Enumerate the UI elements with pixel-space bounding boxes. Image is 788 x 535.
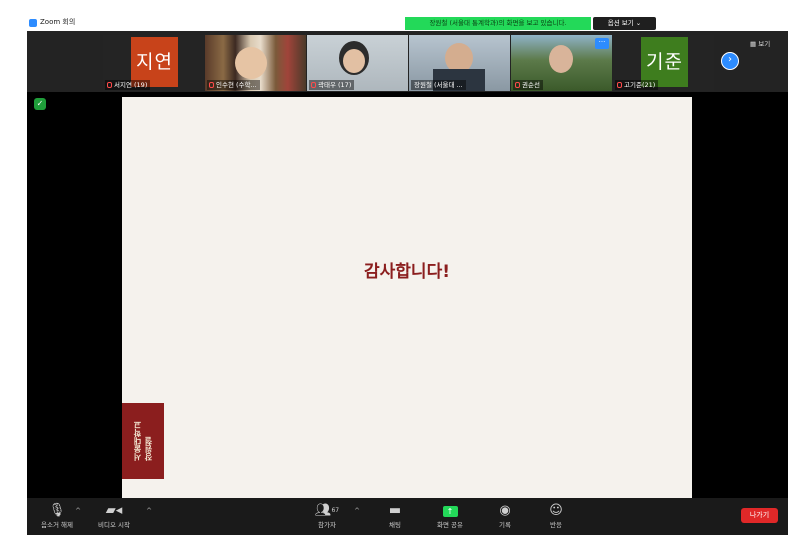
participant-strip: 지연 서지연 (19) 인수현 (수학... 곽태우 (17) 장원철 (서울대… bbox=[27, 31, 788, 92]
participants-count: 67 bbox=[331, 507, 340, 514]
reactions-button[interactable]: ☺ 반응 bbox=[526, 502, 586, 530]
leave-button[interactable]: 나가기 bbox=[741, 508, 778, 523]
share-status-banner: 장원철 (서울대 통계학과)의 화면을 보고 있습니다. bbox=[405, 17, 591, 30]
meeting-toolbar: 🎙︎ 음소거 해제 ^ ▰◂ 비디오 시작 ^ 👥︎67 참가자 ^ ▬ 채팅 … bbox=[27, 498, 788, 535]
mic-muted-icon bbox=[617, 82, 622, 88]
reaction-emoji-icon: ☺ bbox=[549, 503, 563, 518]
mic-muted-icon bbox=[311, 82, 316, 88]
participant-video bbox=[549, 45, 573, 73]
more-options-icon[interactable]: ··· bbox=[595, 38, 609, 49]
participant-name: 장원철 (서울대 ... bbox=[411, 80, 466, 90]
chat-icon: ▬ bbox=[388, 503, 402, 518]
participant-tile[interactable]: ··· 권순선 bbox=[511, 35, 612, 91]
chevron-up-icon[interactable]: ^ bbox=[354, 507, 360, 515]
view-options-button[interactable]: 옵션 보기 ⌄ bbox=[593, 17, 656, 30]
slide-title: 감사합니다! bbox=[364, 262, 450, 282]
mic-muted-icon bbox=[209, 82, 214, 88]
start-video-button[interactable]: ▰◂ 비디오 시작 ^ bbox=[84, 502, 152, 530]
participant-tile[interactable]: 인수현 (수학... bbox=[205, 35, 306, 91]
participant-name: 곽태우 (17) bbox=[309, 80, 355, 90]
video-off-icon: ▰◂ bbox=[105, 503, 123, 518]
participant-name: 권순선 bbox=[513, 80, 543, 90]
participant-name: 고기준(21) bbox=[615, 80, 659, 90]
chevron-right-icon[interactable]: › bbox=[721, 52, 739, 70]
chevron-up-icon[interactable]: ^ bbox=[146, 507, 152, 515]
participant-face bbox=[343, 49, 365, 73]
chat-button[interactable]: ▬ 채팅 bbox=[365, 502, 425, 530]
share-screen-button[interactable]: ↑ 화면 공유 bbox=[420, 502, 480, 530]
mic-muted-icon bbox=[107, 82, 112, 88]
seal-text-name: 장원철 bbox=[144, 437, 153, 461]
presentation-slide: 감사합니다! 서울대학교 장원철 bbox=[122, 97, 692, 498]
unmute-button[interactable]: 🎙︎ 음소거 해제 ^ bbox=[27, 502, 87, 530]
mic-muted-icon bbox=[515, 82, 520, 88]
seal-text-university: 서울대학교 bbox=[133, 421, 142, 461]
shared-screen: ✓ 감사합니다! 서울대학교 장원철 bbox=[27, 92, 788, 498]
participant-video bbox=[235, 47, 267, 79]
participant-name: 인수현 (수학... bbox=[207, 80, 260, 90]
share-screen-icon: ↑ bbox=[420, 502, 480, 520]
meeting-window: 지연 서지연 (19) 인수현 (수학... 곽태우 (17) 장원철 (서울대… bbox=[27, 31, 788, 535]
participant-name: 서지연 (19) bbox=[105, 80, 151, 90]
chevron-up-icon[interactable]: ^ bbox=[75, 507, 81, 515]
view-toggle-button[interactable]: ▦ 보기 bbox=[750, 38, 770, 48]
participants-icon: 👥︎67 bbox=[314, 503, 340, 518]
university-seal: 서울대학교 장원철 bbox=[122, 403, 164, 479]
participant-tile[interactable]: 곽태우 (17) bbox=[307, 35, 408, 91]
participant-tile[interactable]: 기준 고기준(21) bbox=[613, 35, 714, 91]
participants-button[interactable]: 👥︎67 참가자 ^ bbox=[297, 502, 360, 530]
window-title: Zoom 회의 bbox=[40, 18, 76, 26]
title-bar: Zoom 회의 장원철 (서울대 통계학과)의 화면을 보고 있습니다. 옵션 … bbox=[0, 0, 788, 31]
shield-icon[interactable]: ✓ bbox=[34, 98, 46, 110]
zoom-logo-icon bbox=[29, 19, 37, 27]
participant-tile[interactable]: 장원철 (서울대 ... bbox=[409, 35, 510, 91]
participant-tile[interactable]: 지연 서지연 (19) bbox=[103, 35, 204, 91]
